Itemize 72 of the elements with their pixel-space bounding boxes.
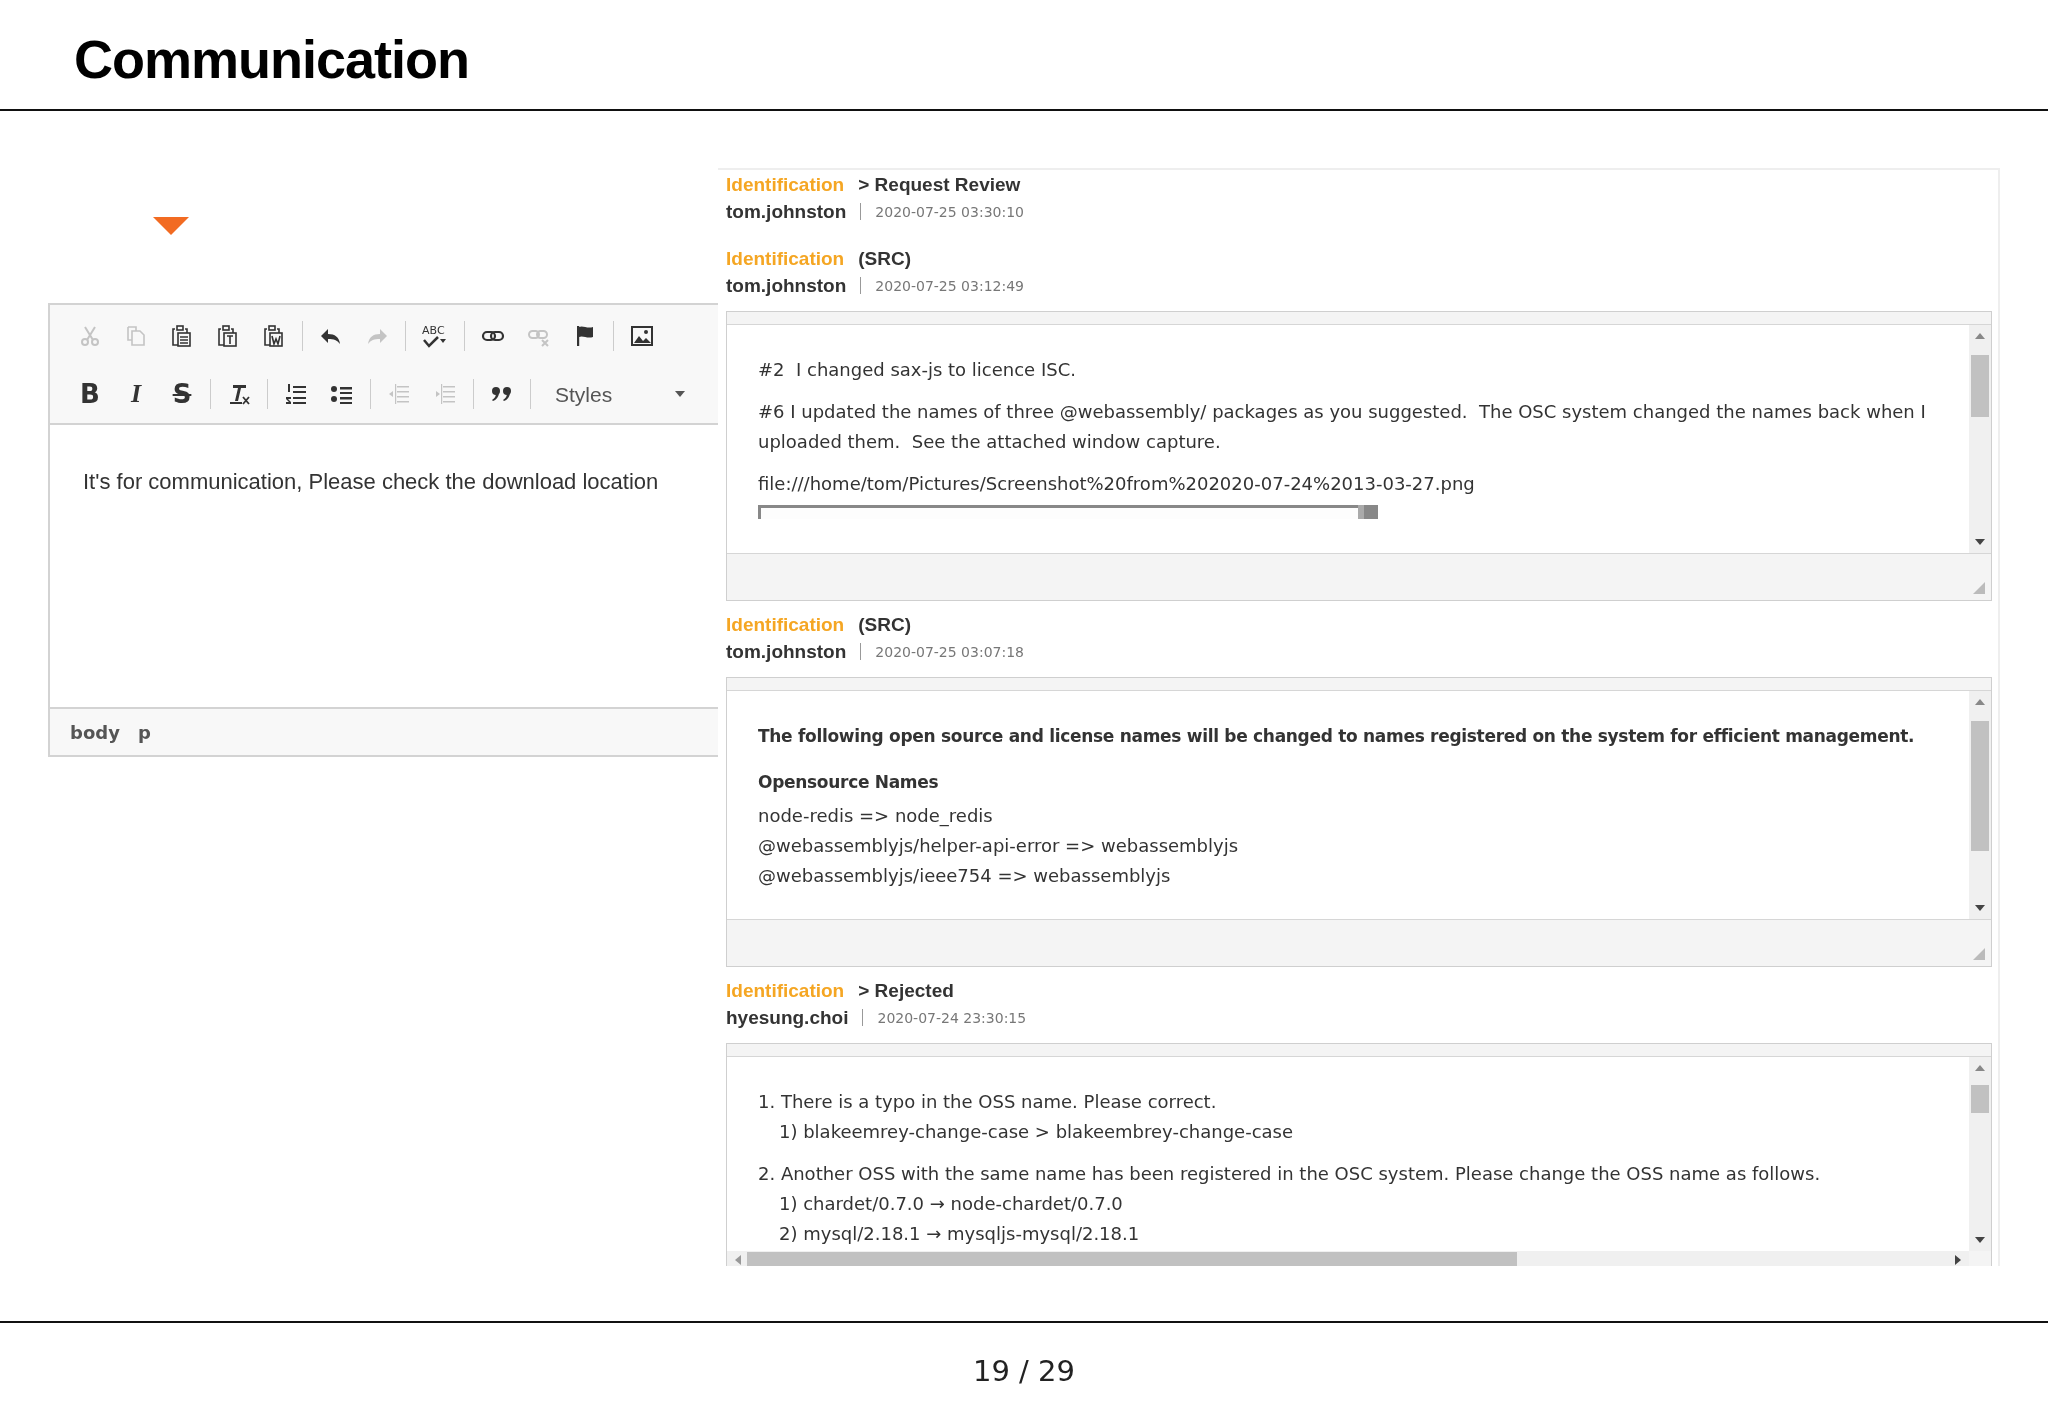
path-link[interactable]: p bbox=[137, 721, 151, 743]
comment-paragraph: file:///home/tom/Pictures/Screenshot%20from%202020-07-24%2013-03-27.png bbox=[758, 472, 1476, 496]
scrollbar-thumb[interactable] bbox=[747, 1252, 1517, 1266]
comment-paragraph: #2 I changed sax-js to licence ISC. bbox=[758, 358, 1077, 382]
vertical-scrollbar[interactable] bbox=[1969, 325, 1991, 553]
comment-paragraph: The following open source and license names will be changed to names registered on the system for efficient management. bbox=[758, 725, 1916, 748]
scrollbar-thumb[interactable] bbox=[1971, 1085, 1989, 1113]
strikethrough-button[interactable]: S bbox=[164, 375, 200, 413]
slide-title: Communication bbox=[74, 27, 469, 86]
comment-list-item: 2) mysql/2.18.1 → mysqljs-mysql/2.18.1 bbox=[778, 1222, 1141, 1246]
editor-text: It's for communication, Please check the download location bbox=[83, 469, 659, 494]
comment-timestamp: 2020-07-24 23:30:15 bbox=[877, 1009, 1027, 1026]
vertical-scrollbar[interactable] bbox=[1969, 1057, 1991, 1251]
comment-action: > Request Review bbox=[858, 174, 1021, 196]
comment-timestamp: 2020-07-25 03:07:18 bbox=[875, 643, 1024, 660]
comment-heading: Opensource Names bbox=[758, 771, 940, 794]
editor-content-area[interactable]: It's for communication, Please check the download location bbox=[50, 425, 718, 707]
comment-author: tom.johnston bbox=[726, 274, 847, 297]
scroll-up-icon bbox=[1975, 1065, 1985, 1071]
scrollbar-thumb[interactable] bbox=[1971, 355, 1989, 417]
page-number: 19 / 29 bbox=[973, 1353, 1075, 1388]
italic-button[interactable]: I bbox=[118, 375, 154, 413]
comment-paragraph: #6 I updated the names of three @webassembly/ packages as you suggested. The OSC system changed the names back when I uploaded them. See the attached window capture. bbox=[758, 400, 1927, 454]
caret-icon bbox=[675, 391, 685, 397]
resize-grip-icon bbox=[1973, 582, 1985, 594]
comment-author: hyesung.choi bbox=[726, 1006, 849, 1029]
paste-icon bbox=[170, 324, 194, 348]
comment-paragraph: 1. There is a typo in the OSS name. Please correct. bbox=[758, 1090, 1218, 1114]
indent-icon bbox=[433, 382, 457, 406]
scrollbar-thumb[interactable] bbox=[1971, 721, 1989, 851]
outdent-icon bbox=[387, 382, 411, 406]
horizontal-scrollbar[interactable] bbox=[727, 1251, 1969, 1266]
paste-text-icon bbox=[216, 324, 240, 348]
comment-author: tom.johnston bbox=[726, 640, 847, 663]
scissors-icon bbox=[78, 324, 102, 348]
scroll-up-icon bbox=[1975, 699, 1985, 705]
scroll-down-icon bbox=[1975, 1237, 1985, 1243]
copy-icon bbox=[124, 324, 148, 348]
comment-action: (SRC) bbox=[858, 248, 911, 270]
comment-line: node-redis => node_redis bbox=[758, 804, 994, 829]
scroll-right-icon bbox=[1955, 1255, 1961, 1265]
comment-category: Identification bbox=[726, 248, 845, 270]
styles-dropdown[interactable]: Styles bbox=[541, 377, 691, 411]
path-link[interactable]: body bbox=[70, 721, 120, 743]
checkmark-icon bbox=[422, 335, 448, 348]
vertical-scrollbar[interactable] bbox=[1969, 691, 1991, 919]
image-icon bbox=[630, 324, 654, 348]
scroll-up-icon bbox=[1975, 333, 1985, 339]
comment-paragraph: 2. Another OSS with the same name has been registered in the OSC system. Please change the OSS name as follows. bbox=[758, 1162, 1822, 1186]
comment-list-item: 1) chardet/0.7.0 → node-chardet/0.7.0 bbox=[778, 1192, 1124, 1216]
comment-action: (SRC) bbox=[858, 614, 911, 636]
comment-line: @webassemblyjs/helper-api-error => webassemblyjs bbox=[758, 834, 1240, 858]
comment-list-item: 1) blakeemrey-change-case > blakeembrey-change-case bbox=[778, 1120, 1295, 1144]
comment-category: Identification bbox=[726, 980, 845, 1002]
scroll-down-icon bbox=[1975, 539, 1985, 545]
comment-timestamp: 2020-07-25 03:12:49 bbox=[875, 277, 1024, 294]
spellcheck-button[interactable]: ABC bbox=[416, 318, 454, 354]
text-editor[interactable]: ABC B I S Styles It's for communication, Please check the download location body p bbox=[48, 303, 718, 757]
bold-button[interactable]: B bbox=[72, 375, 108, 413]
comment-category: Identification bbox=[726, 174, 845, 196]
comment-author: tom.johnston bbox=[726, 200, 847, 223]
comment-line: @webassemblyjs/ieee754 => webassemblyjs bbox=[758, 864, 1172, 888]
scroll-down-icon bbox=[1975, 905, 1985, 911]
comment-timestamp: 2020-07-25 03:30:10 bbox=[875, 203, 1024, 220]
numbered-list-icon bbox=[284, 382, 308, 406]
scroll-left-icon bbox=[735, 1255, 741, 1265]
comment-action: > Rejected bbox=[858, 980, 954, 1002]
paste-word-icon bbox=[262, 324, 286, 348]
triangle-marker-icon bbox=[153, 217, 189, 235]
remove-format-icon bbox=[227, 382, 251, 406]
comment-category: Identification bbox=[726, 614, 845, 636]
resize-grip-icon bbox=[1973, 948, 1985, 960]
